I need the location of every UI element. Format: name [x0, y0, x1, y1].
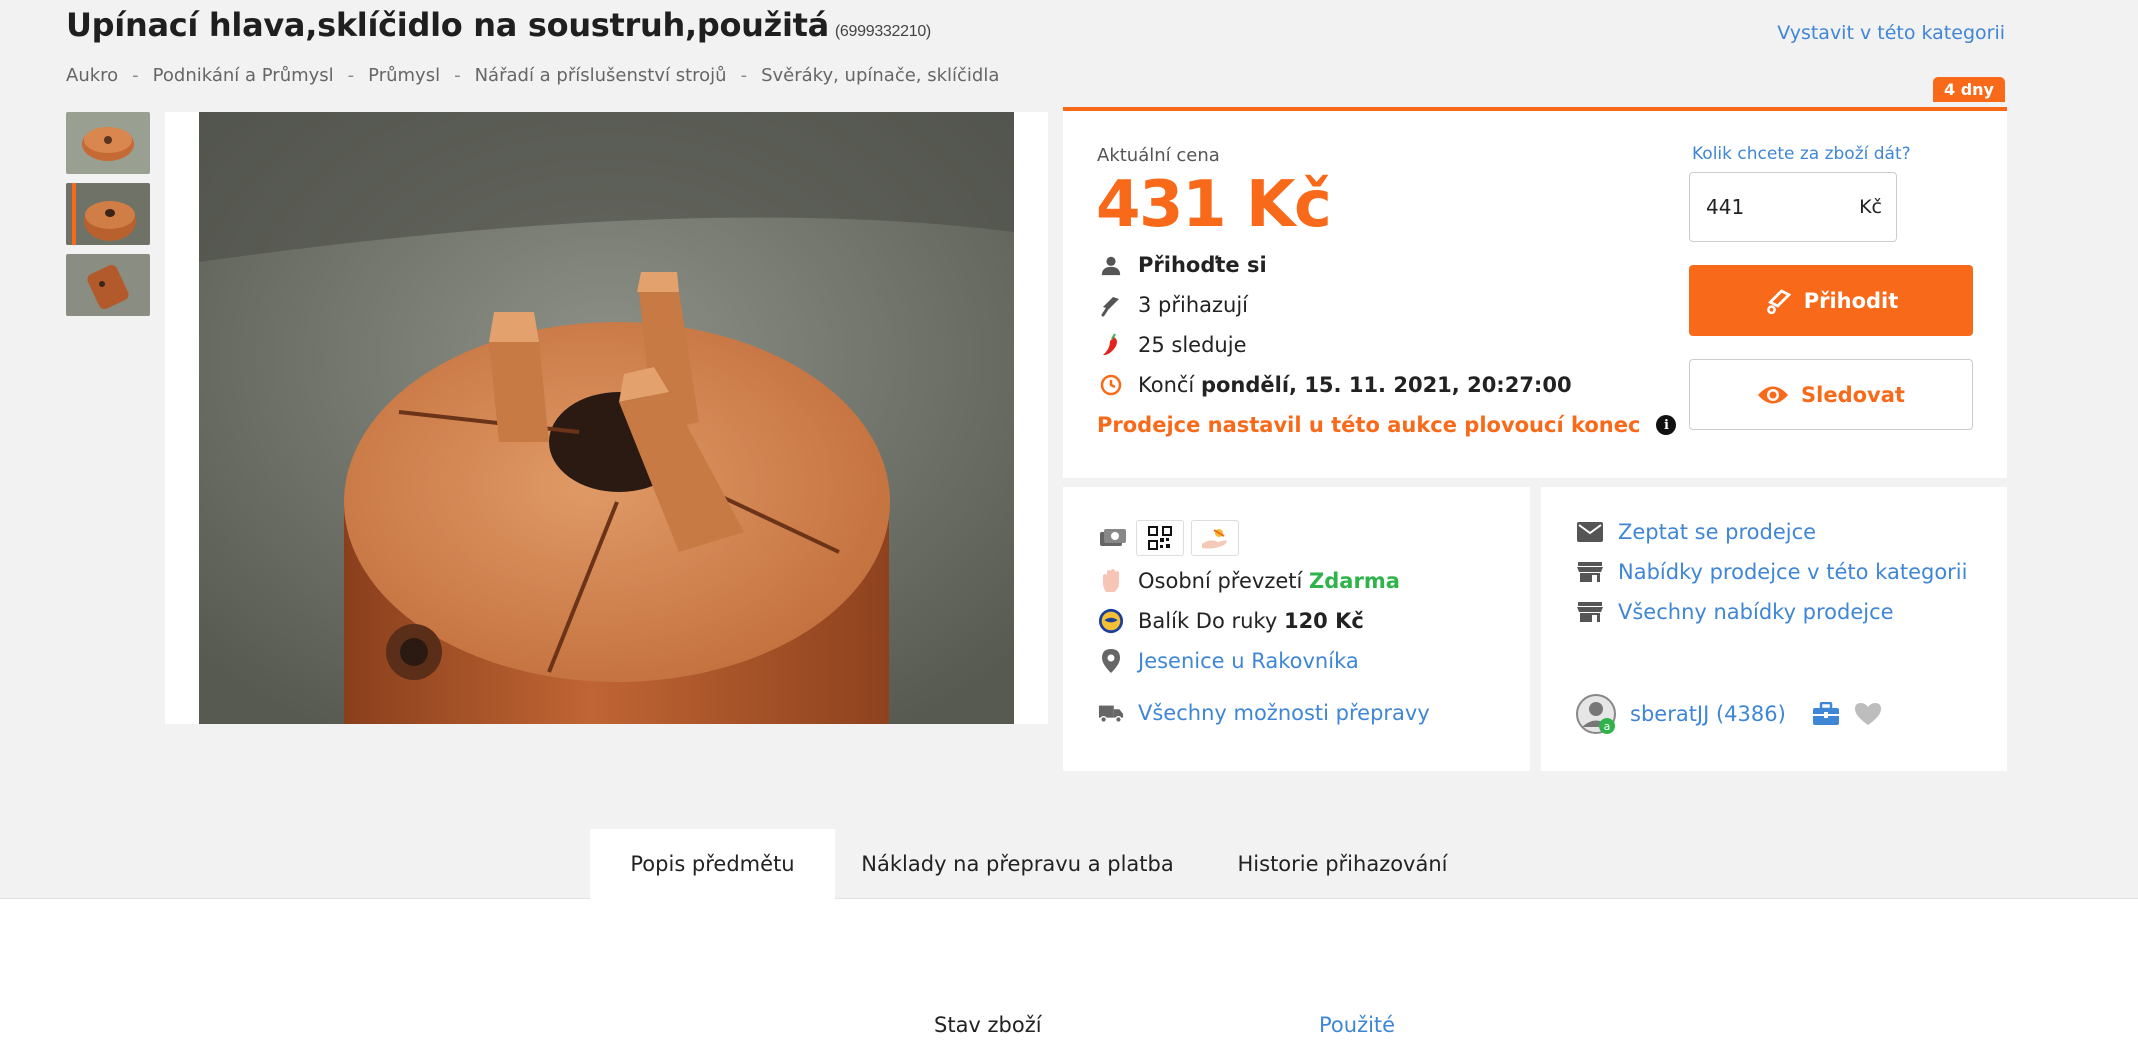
cash-icon [1097, 520, 1129, 556]
floating-end-notice: Prodejce nastavil u této aukce plovoucí … [1097, 413, 1677, 437]
breadcrumb-item[interactable]: Nářadí a příslušenství strojů [475, 65, 727, 86]
end-time-value: pondělí, 15. 11. 2021, 20:27:00 [1200, 373, 1572, 397]
store-icon [1576, 601, 1604, 623]
location-row: Jesenice u Rakovníka [1098, 648, 1359, 674]
watch-button-label: Sledovat [1801, 382, 1905, 407]
clock-icon [1098, 372, 1124, 398]
breadcrumb: Aukro - Podnikání a Průmysl - Průmysl - … [66, 65, 999, 86]
bidders-count: 3 přihazují [1138, 293, 1249, 317]
parcel-label: Balík Do ruky [1138, 609, 1278, 633]
breadcrumb-item[interactable]: Aukro [66, 65, 118, 86]
qr-code-icon [1136, 520, 1184, 556]
breadcrumb-item[interactable]: Podnikání a Průmysl [153, 65, 334, 86]
location-pin-icon [1098, 648, 1124, 674]
seller-category-offers-link[interactable]: Nabídky prodejce v této kategorii [1618, 560, 1967, 584]
days-left-badge: 4 dny [1933, 77, 2005, 102]
bid-currency: Kč [1859, 196, 1882, 218]
breadcrumb-separator: - [347, 65, 355, 86]
tab-shipping-payment[interactable]: Náklady na přepravu a platba [845, 829, 1190, 899]
ask-seller-link[interactable]: Zeptat se prodejce [1618, 520, 1816, 544]
pickup-label: Osobní převzetí [1138, 569, 1303, 593]
business-seller-icon [1812, 702, 1840, 726]
breadcrumb-item[interactable]: Svěráky, upínače, sklíčidla [761, 65, 999, 86]
list-in-category-link[interactable]: Vystavit v této kategorii [1777, 22, 2005, 44]
location-link[interactable]: Jesenice u Rakovníka [1138, 649, 1359, 673]
item-title-text: Upínací hlava,sklíčidlo na soustruh,použ… [66, 6, 829, 44]
parcel-price: 120 Kč [1283, 609, 1364, 633]
all-shipping-options-link[interactable]: Všechny možnosti přepravy [1138, 701, 1430, 725]
item-title: Upínací hlava,sklíčidlo na soustruh,použ… [66, 6, 931, 44]
floating-end-text: Prodejce nastavil u této aukce plovoucí … [1097, 413, 1641, 437]
bid-amount-field[interactable]: Kč [1689, 172, 1897, 242]
seller-identity-row: a sberatJJ (4386) [1576, 694, 1882, 734]
envelope-icon [1576, 522, 1604, 542]
seller-category-offers-row: Nabídky prodejce v této kategorii [1576, 560, 1967, 584]
main-product-image[interactable] [199, 112, 1014, 724]
seller-name-link[interactable]: sberatJJ (4386) [1630, 702, 1786, 726]
watch-button[interactable]: Sledovat [1689, 359, 1973, 430]
postal-horn-icon [1098, 608, 1124, 634]
breadcrumb-separator: - [454, 65, 461, 86]
watchers-count: 25 sleduje [1138, 333, 1247, 357]
tab-description[interactable]: Popis předmětu [590, 829, 835, 899]
price-label: Aktuální cena [1097, 145, 1220, 166]
gavel-icon [1766, 288, 1792, 314]
favorite-seller-heart-icon[interactable] [1854, 702, 1882, 726]
bid-button-label: Přihodit [1803, 288, 1899, 313]
avatar[interactable]: a [1576, 694, 1616, 734]
seller-all-offers-row: Všechny nabídky prodejce [1576, 600, 1894, 624]
store-icon [1576, 561, 1604, 583]
bid-cta-text: Přihoďte si [1138, 253, 1267, 277]
bid-amount-input[interactable] [1704, 194, 1848, 220]
user-icon [1098, 252, 1124, 278]
current-price: 431 Kč [1096, 168, 1332, 242]
eye-icon [1758, 386, 1789, 403]
info-icon[interactable]: i [1656, 415, 1677, 435]
watchers-row: 25 sleduje [1098, 332, 1247, 358]
breadcrumb-separator: - [740, 65, 748, 86]
breadcrumb-separator: - [132, 65, 139, 86]
parcel-row: Balík Do ruky 120 Kč [1098, 608, 1364, 634]
payment-methods [1097, 520, 1239, 556]
chili-icon [1098, 332, 1124, 358]
thumbnail-2[interactable] [66, 183, 150, 245]
ask-seller-row: Zeptat se prodejce [1576, 520, 1816, 544]
svg-text:a: a [1604, 720, 1611, 733]
item-id: (6999332210) [834, 23, 931, 40]
bid-question-label: Kolik chcete za zboží dát? [1692, 144, 1911, 164]
description-content [0, 899, 2138, 1059]
bid-cta-row: Přihoďte si [1098, 252, 1267, 278]
seller-all-offers-link[interactable]: Všechny nabídky prodejce [1618, 600, 1894, 624]
bidders-row: 3 přihazují [1098, 292, 1248, 318]
condition-value[interactable]: Použité [1319, 1013, 1395, 1037]
pickup-price: Zdarma [1309, 569, 1400, 593]
breadcrumb-item[interactable]: Průmysl [368, 65, 440, 86]
all-shipping-row: Všechny možnosti přepravy [1098, 700, 1430, 726]
main-image-frame [165, 112, 1048, 724]
pickup-row: Osobní převzetí Zdarma [1098, 568, 1400, 594]
end-time-row: Končí pondělí, 15. 11. 2021, 20:27:00 [1098, 372, 1572, 398]
thumbnail-3[interactable] [66, 254, 150, 316]
hand-icon [1098, 568, 1124, 594]
end-time-prefix: Končí [1138, 373, 1195, 397]
tab-bid-history[interactable]: Historie přihazování [1200, 829, 1485, 899]
condition-label: Stav zboží [934, 1013, 1042, 1037]
hand-pay-icon [1191, 520, 1239, 556]
gavel-icon [1098, 292, 1124, 318]
thumbnail-1[interactable] [66, 112, 150, 174]
bid-button[interactable]: Přihodit [1689, 265, 1973, 336]
truck-icon [1098, 700, 1124, 726]
